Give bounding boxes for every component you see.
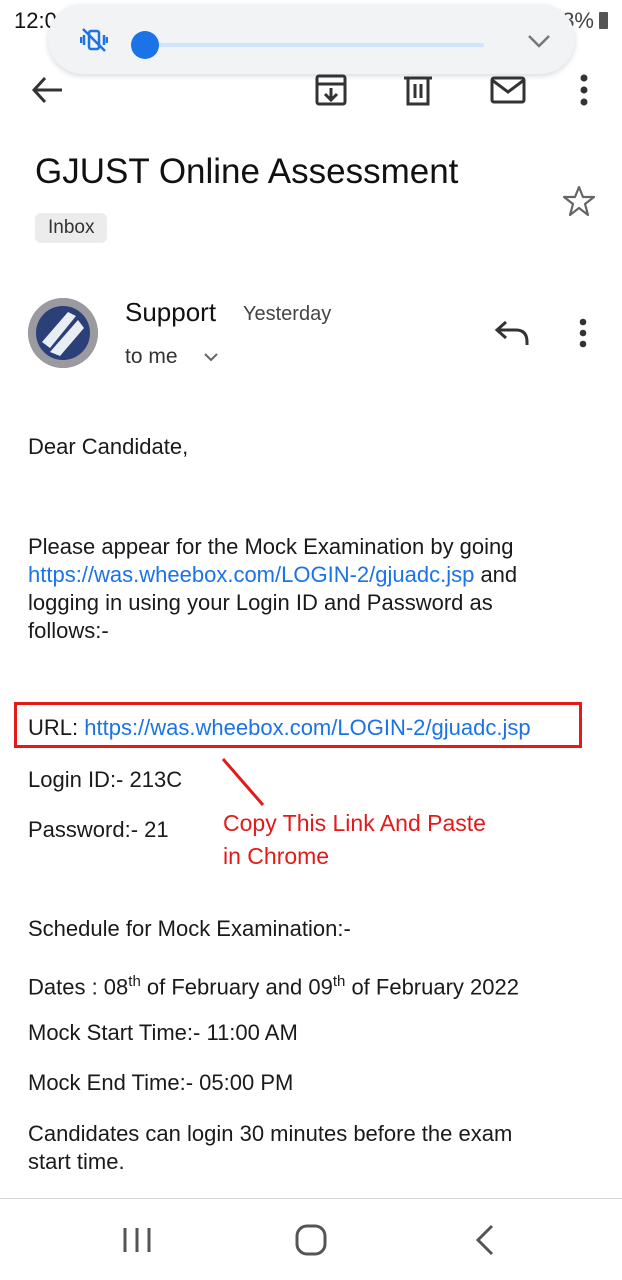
exam-dates: Dates : 08th of February and 09th of Feb… — [28, 968, 588, 1001]
instructions-line: Please appear for the Mock Examination b… — [28, 534, 514, 559]
reply-icon[interactable] — [494, 318, 530, 348]
dates-text: Dates : 08 — [28, 974, 129, 1000]
avatar[interactable] — [28, 298, 98, 368]
vibrate-muted-icon[interactable] — [80, 26, 108, 54]
instructions-line: follows:- — [28, 618, 109, 643]
end-time: Mock End Time:- 05:00 PM — [28, 1070, 294, 1095]
instructions-text: and — [474, 562, 518, 587]
more-vert-icon[interactable] — [578, 318, 588, 348]
login-note-line: Candidates can login 30 minutes before t… — [28, 1121, 513, 1146]
annotation-note: Copy This Link And Paste in Chrome — [223, 807, 486, 873]
trash-icon[interactable] — [398, 70, 438, 110]
more-vert-icon[interactable] — [564, 70, 604, 110]
back-chevron-icon[interactable] — [466, 1220, 506, 1260]
login-note-line: start time. — [28, 1149, 125, 1174]
mail-icon[interactable] — [488, 70, 528, 110]
url-label: URL: — [28, 715, 85, 740]
url-link[interactable]: https://was.wheebox.com/LOGIN-2/gjuadc.j… — [84, 715, 530, 740]
url-line: URL: https://was.wheebox.com/LOGIN-2/gju… — [28, 714, 588, 742]
instructions-line: logging in using your Login ID and Passw… — [28, 590, 493, 615]
sender-name[interactable]: Support — [125, 297, 216, 328]
archive-icon[interactable] — [311, 70, 351, 110]
annotation-pointer-line — [221, 758, 265, 806]
chevron-down-icon[interactable] — [203, 350, 219, 364]
login-note: Candidates can login 30 minutes before t… — [28, 1120, 588, 1176]
volume-track[interactable] — [140, 43, 484, 47]
ordinal-suffix: th — [128, 973, 141, 990]
dates-text: of February 2022 — [345, 974, 519, 1000]
chevron-down-icon[interactable] — [526, 32, 552, 50]
email-subject: GJUST Online Assessment — [35, 152, 459, 191]
dates-text: of February and 09 — [140, 974, 333, 1000]
nav-divider — [0, 1198, 622, 1199]
avatar-logo-icon — [28, 298, 98, 368]
ordinal-suffix: th — [332, 973, 346, 990]
annotation-line: in Chrome — [223, 843, 330, 869]
volume-panel[interactable] — [48, 4, 575, 74]
recipient[interactable]: to me — [125, 345, 178, 369]
schedule-heading: Schedule for Mock Examination:- — [28, 916, 351, 941]
sent-time: Yesterday — [243, 303, 332, 325]
instructions-paragraph: Please appear for the Mock Examination b… — [28, 533, 588, 645]
instructions-line: https://was.wheebox.com/LOGIN-2/gjuadc.j… — [28, 561, 588, 589]
start-time: Mock Start Time:- 11:00 AM — [28, 1020, 298, 1045]
volume-slider-thumb[interactable] — [131, 31, 159, 59]
home-icon[interactable] — [291, 1220, 331, 1260]
annotation-line: Copy This Link And Paste — [223, 810, 486, 836]
recents-icon[interactable] — [117, 1220, 157, 1260]
battery-icon — [599, 12, 608, 29]
star-icon[interactable] — [562, 184, 596, 218]
arrow-left-icon[interactable] — [28, 70, 68, 110]
label-chip[interactable]: Inbox — [35, 213, 108, 243]
login-id: Login ID:- 213C — [28, 767, 183, 792]
greeting: Dear Candidate, — [28, 434, 189, 459]
wheebox-link[interactable]: https://was.wheebox.com/LOGIN-2/gjuadc.j… — [28, 562, 474, 587]
